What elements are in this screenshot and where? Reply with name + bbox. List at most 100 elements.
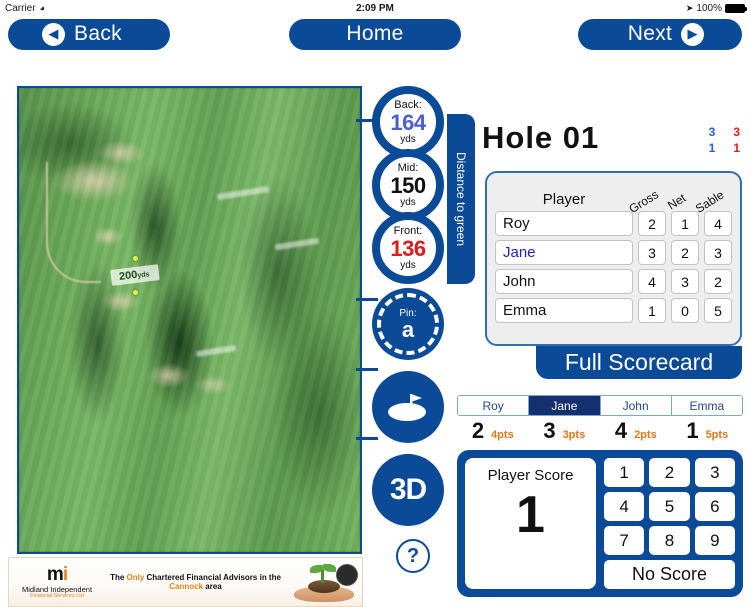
scorecard-stable-value: 5	[704, 298, 732, 323]
points-value: 4pts	[491, 429, 514, 441]
three-d-view-button[interactable]: 3D	[372, 454, 444, 526]
distance-column: Back: 164 yds Mid: 150 yds Front: 136 yd…	[372, 86, 454, 573]
ad-text-highlight-2: Cannock	[169, 582, 204, 591]
scorecard-net-value: 3	[671, 269, 699, 294]
keypad-row: 4 5 6	[604, 492, 735, 521]
distance-mid-unit: yds	[400, 196, 416, 208]
cart-path	[46, 162, 101, 283]
navigation-bar: ◀ Back Home Next ▶	[0, 16, 750, 52]
chevron-right-circle-icon: ▶	[681, 22, 705, 46]
par-blue-group: 3 1	[709, 124, 716, 156]
plant-stem-icon	[321, 569, 324, 583]
points-cell: 1 5pts	[672, 418, 744, 446]
ad-logo-mark: mi	[46, 563, 68, 585]
page-title: Hole 01	[482, 120, 600, 155]
ad-seal-icon	[336, 564, 358, 586]
player-score-display: Player Score 1	[465, 458, 596, 589]
pin-value: a	[401, 316, 415, 342]
advertisement-banner[interactable]: mi Midland Independent Financial Service…	[8, 557, 363, 607]
key-3[interactable]: 3	[694, 458, 735, 487]
distance-mid-label: Mid:	[397, 161, 419, 174]
points-row: 2 4pts 3 3pts 4 2pts 1 5pts	[457, 418, 743, 446]
next-button[interactable]: Next ▶	[578, 18, 742, 50]
key-8[interactable]: 8	[649, 526, 690, 555]
key-5[interactable]: 5	[649, 492, 690, 521]
yardage-marker-unit: yds	[137, 270, 150, 280]
distance-back-label: Back:	[394, 98, 422, 111]
fairway-mow-stripes	[19, 88, 360, 552]
ad-company-name: Midland Independent	[21, 584, 93, 594]
distance-mid-circle[interactable]: Mid: 150 yds	[372, 149, 444, 221]
status-bar-right: ➤ 100%	[685, 2, 747, 14]
ad-text-highlight-1: Only	[126, 573, 145, 582]
points-cell: 3 3pts	[529, 418, 601, 446]
distance-back-value: 164	[390, 109, 426, 135]
distance-back-circle[interactable]: Back: 164 yds	[372, 86, 444, 158]
battery-percent-label: 100%	[696, 2, 722, 14]
keypad-row: 7 8 9	[604, 526, 735, 555]
status-bar-clock: 2:09 PM	[356, 2, 394, 14]
green-view-button[interactable]	[372, 371, 444, 443]
key-2[interactable]: 2	[649, 458, 690, 487]
back-button[interactable]: ◀ Back	[8, 18, 170, 50]
scorecard-player-name: John	[495, 269, 633, 294]
points-score: 2	[471, 418, 485, 443]
keypad-row: 1 2 3	[604, 458, 735, 487]
ad-logo: mi Midland Independent Financial Service…	[9, 563, 101, 600]
points-value: 2pts	[634, 429, 657, 441]
tab-player-roy[interactable]: Roy	[458, 396, 530, 415]
scorecard-player-name: Roy	[495, 211, 633, 236]
green-flag-icon	[388, 394, 426, 421]
pin-position-button[interactable]: Pin: a	[372, 288, 444, 360]
points-value: 3pts	[562, 429, 586, 441]
scorecard-net-value: 0	[671, 298, 699, 323]
hole-aerial-view[interactable]: 200yds	[17, 86, 362, 554]
par-red-bottom: 1	[733, 141, 740, 156]
scorecard-header-player: Player	[542, 191, 586, 208]
points-cell: 4 2pts	[600, 418, 672, 446]
numeric-keypad: 1 2 3 4 5 6 7 8 9 No Score	[604, 458, 735, 589]
ad-company-sub: Financial Services Ltd	[30, 592, 84, 599]
distance-front-value: 136	[390, 235, 426, 261]
table-row[interactable]: Jane 3 2 3	[487, 240, 740, 265]
key-1[interactable]: 1	[604, 458, 645, 487]
scorecard-gross-value: 3	[638, 240, 666, 265]
key-4[interactable]: 4	[604, 492, 645, 521]
tab-player-jane[interactable]: Jane	[529, 396, 601, 415]
points-cell: 2 4pts	[457, 418, 529, 446]
tab-player-john[interactable]: John	[600, 396, 672, 415]
par-blue-bottom: 1	[708, 141, 716, 156]
tab-player-emma[interactable]: Emma	[671, 396, 742, 415]
no-score-button[interactable]: No Score	[604, 560, 735, 589]
ad-text-post: area	[203, 582, 222, 591]
scorecard-gross-value: 4	[638, 269, 666, 294]
par-red-group: 3 1	[733, 124, 740, 156]
distance-to-green-tab: Distance to green	[447, 114, 475, 284]
points-score: 3	[543, 418, 556, 443]
table-row[interactable]: John 4 3 2	[487, 269, 740, 294]
home-button-label: Home	[346, 22, 404, 45]
key-7[interactable]: 7	[604, 526, 645, 555]
distance-back-unit: yds	[400, 133, 416, 145]
full-scorecard-label: Full Scorecard	[564, 349, 714, 375]
location-arrow-icon: ➤	[685, 2, 694, 13]
key-9[interactable]: 9	[694, 526, 735, 555]
full-scorecard-button[interactable]: Full Scorecard	[536, 346, 742, 379]
points-score: 4	[614, 418, 628, 443]
help-button[interactable]: ?	[396, 539, 430, 573]
back-button-label: Back	[74, 22, 122, 45]
chevron-left-circle-icon: ◀	[42, 22, 66, 46]
key-6[interactable]: 6	[694, 492, 735, 521]
ad-text-pre: The	[110, 573, 127, 582]
hole-par-indicators: 3 1 3 1	[709, 124, 740, 156]
distance-front-circle[interactable]: Front: 136 yds	[372, 212, 444, 284]
table-row[interactable]: Emma 1 0 5	[487, 298, 740, 323]
battery-full-icon	[725, 3, 747, 13]
par-blue-top: 3	[708, 125, 716, 139]
scorecard-net-value: 2	[671, 240, 699, 265]
par-red-top: 3	[733, 125, 740, 139]
main-content: 200yds Distance to green Back: 164 yds M…	[0, 52, 750, 607]
distance-mid-value: 150	[390, 172, 426, 198]
home-button[interactable]: Home	[289, 18, 461, 50]
three-d-label: 3D	[389, 473, 427, 506]
